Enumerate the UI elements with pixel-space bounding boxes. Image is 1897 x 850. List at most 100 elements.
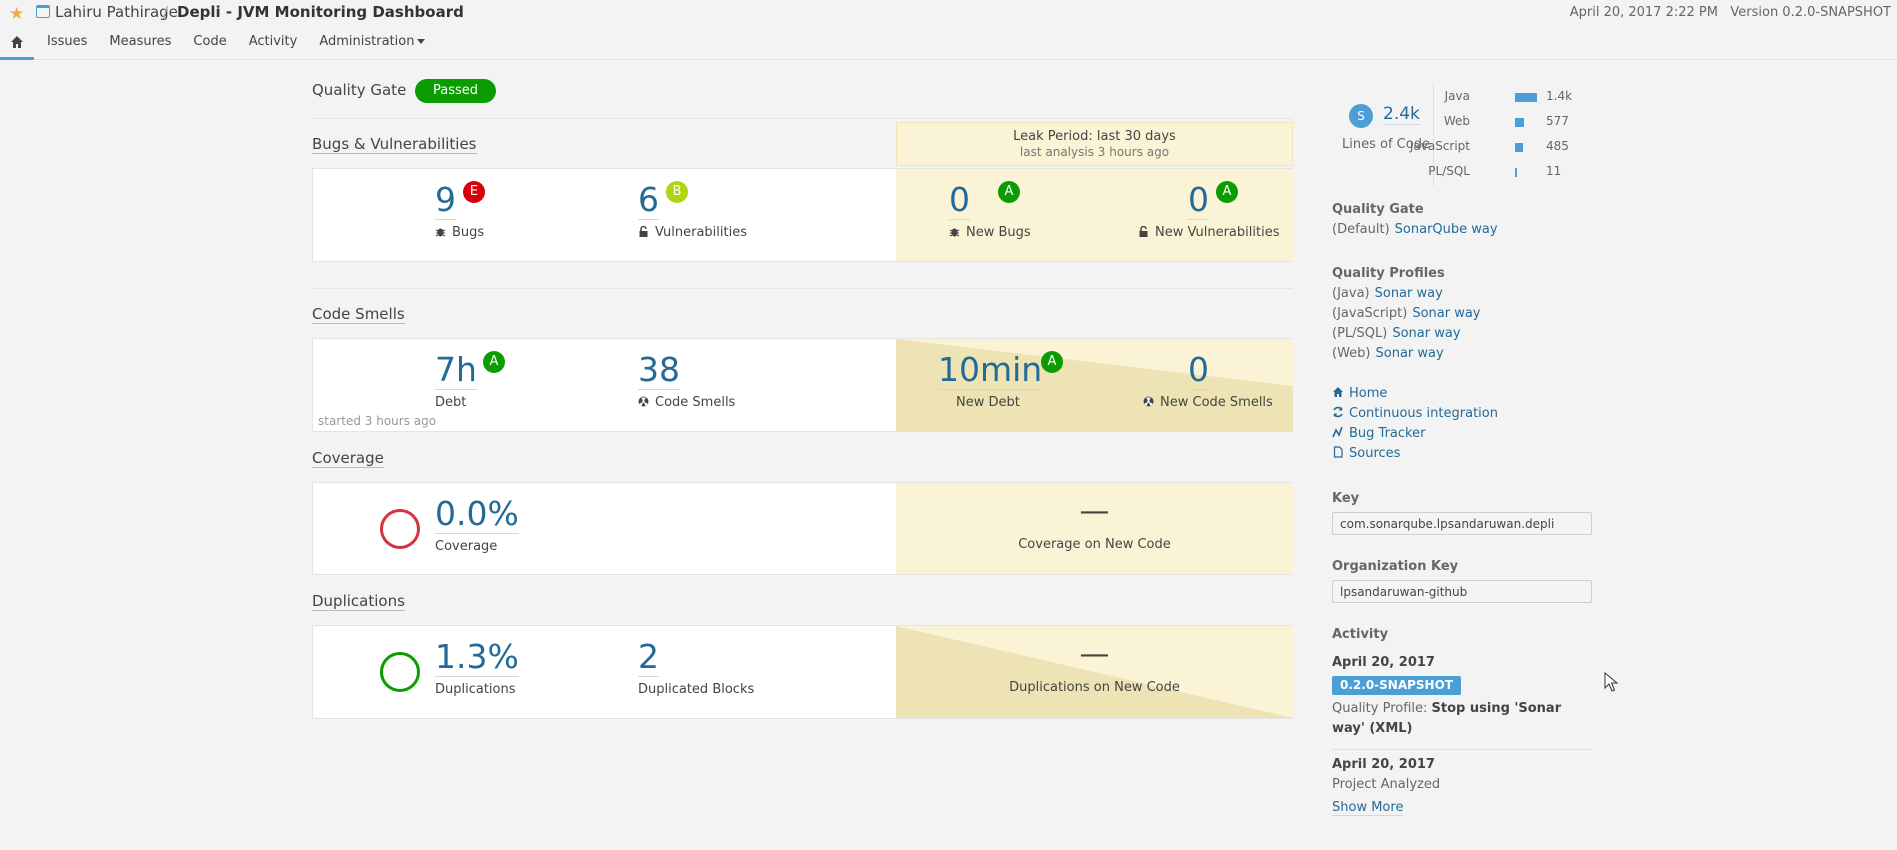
link-bug-tracker[interactable]: Bug Tracker [1332, 426, 1425, 441]
nav-home[interactable] [0, 29, 34, 60]
profile-link[interactable]: Sonar way [1376, 346, 1444, 361]
code-smell-icon [1143, 396, 1154, 407]
debt-measure[interactable]: 7h Debt [435, 351, 477, 410]
link-ci-label: Continuous integration [1349, 406, 1498, 421]
new-code-smells-label: New Code Smells [1143, 395, 1273, 410]
section-duplications[interactable]: Duplications [312, 592, 405, 611]
profile-link[interactable]: Sonar way [1392, 326, 1460, 341]
lock-icon [1139, 226, 1148, 237]
activity-date: April 20, 2017 [1332, 757, 1435, 772]
nav-measures[interactable]: Measures [109, 29, 171, 60]
show-more-link[interactable]: Show More [1332, 800, 1404, 816]
bugs-label-text: Bugs [452, 225, 485, 240]
new-coverage-label: Coverage on New Code [1018, 537, 1171, 552]
new-duplications-value: — [1079, 637, 1110, 672]
code-smells-value[interactable]: 38 [638, 351, 680, 390]
duplicated-blocks-measure[interactable]: 2 Duplicated Blocks [638, 638, 754, 697]
code-smells-panel: 7h Debt A 38 Code Smells started 3 hours… [312, 338, 1293, 432]
caret-down-icon [417, 39, 426, 44]
vulnerabilities-rating[interactable]: B [666, 181, 688, 203]
project-nav: Issues Measures Code Activity Administra… [0, 29, 447, 60]
link-sources[interactable]: Sources [1332, 446, 1400, 461]
leak-period-subtitle: last analysis 3 hours ago [1019, 145, 1170, 159]
new-bugs-label: New Bugs [949, 225, 1031, 240]
code-smells-label: Code Smells [638, 395, 735, 410]
profile-row-web: (Web) Sonar way [1332, 346, 1444, 361]
duplications-value[interactable]: 1.3% [435, 638, 519, 677]
new-coverage-value: — [1079, 494, 1110, 529]
language-row-javascript: JavaScript 485 [1410, 139, 1633, 155]
profile-language: (Java) [1332, 286, 1370, 301]
debt-value[interactable]: 7h [435, 351, 477, 390]
duplicated-blocks-label: Duplicated Blocks [638, 682, 755, 697]
nav-code[interactable]: Code [193, 29, 226, 60]
section-coverage[interactable]: Coverage [312, 449, 384, 468]
new-debt-rating[interactable]: A [1041, 351, 1063, 373]
nav-activity[interactable]: Activity [249, 29, 298, 60]
section-code-smells[interactable]: Code Smells [312, 305, 405, 324]
breadcrumb-org[interactable]: Lahiru Pathirage [55, 3, 178, 21]
coverage-label: Coverage [435, 539, 498, 554]
new-vulnerabilities-measure[interactable]: 0 New Vulnerabilities [1138, 181, 1279, 240]
language-row-java: Java 1.4k [1433, 89, 1633, 105]
link-sources-label: Sources [1349, 446, 1401, 461]
activity-event-prefix: Quality Profile: [1332, 701, 1428, 716]
new-duplications-measure: — Duplications on New Code [896, 637, 1293, 696]
divider [312, 288, 1293, 289]
new-code-smells-measure[interactable]: 0 New Code Smells [1143, 351, 1273, 410]
code-smell-icon [638, 396, 649, 407]
vulnerabilities-value[interactable]: 6 [638, 181, 659, 220]
lines-of-code-value[interactable]: 2.4k [1383, 104, 1420, 125]
new-debt-value[interactable]: 10min [938, 351, 1043, 390]
vulnerabilities-measure[interactable]: 6 Vulnerabilities [638, 181, 747, 240]
section-bugs-vulnerabilities[interactable]: Bugs & Vulnerabilities [312, 135, 477, 154]
star-icon[interactable]: ★ [9, 5, 24, 23]
language-row-web: Web 577 [1433, 114, 1633, 130]
duplications-measure[interactable]: 1.3% Duplications [435, 638, 519, 697]
new-code-smells-value[interactable]: 0 [1188, 351, 1209, 390]
breadcrumb-project[interactable]: Depli - JVM Monitoring Dashboard [177, 3, 464, 21]
quality-gate-link[interactable]: SonarQube way [1395, 222, 1498, 237]
coverage-value[interactable]: 0.0% [435, 495, 519, 534]
new-bugs-rating[interactable]: A [998, 181, 1020, 203]
bugs-rating[interactable]: E [463, 181, 485, 203]
sidebar-activity-title: Activity [1332, 627, 1389, 642]
new-debt-measure[interactable]: 10min New Debt [938, 351, 1043, 410]
project-key-field[interactable]: com.sonarqube.lpsandaruwan.depli [1332, 512, 1592, 535]
debt-rating[interactable]: A [483, 351, 505, 373]
coverage-measure[interactable]: 0.0% Coverage [435, 495, 519, 554]
new-vulnerabilities-rating[interactable]: A [1216, 181, 1238, 203]
duplicated-blocks-value[interactable]: 2 [638, 638, 659, 677]
new-bugs-value[interactable]: 0 [949, 181, 970, 220]
language-bar [1515, 168, 1517, 177]
link-continuous-integration[interactable]: Continuous integration [1332, 406, 1498, 421]
link-home[interactable]: Home [1332, 386, 1387, 401]
link-home-label: Home [1349, 386, 1388, 401]
activity-event: Project Analyzed [1332, 777, 1441, 792]
nav-administration[interactable]: Administration [319, 29, 426, 60]
bugs-panel: 9 Bugs E 6 Vulnerabilities B 0 New Bugs … [312, 168, 1293, 262]
language-name: JavaScript [1409, 139, 1470, 153]
language-value: 1.4k [1546, 89, 1573, 103]
language-name: PL/SQL [1428, 164, 1470, 178]
activity-event: Quality Profile: Stop using 'Sonar way' … [1332, 699, 1572, 739]
project-version: Version 0.2.0-SNAPSHOT [1730, 5, 1891, 20]
refresh-icon [1333, 406, 1343, 418]
coverage-panel: 0.0% Coverage — Coverage on New Code [312, 482, 1293, 575]
profile-row-javascript: (JavaScript) Sonar way [1332, 306, 1481, 321]
debt-label: Debt [435, 395, 467, 410]
leak-period-header: Leak Period: last 30 days last analysis … [896, 122, 1293, 166]
new-vulnerabilities-value[interactable]: 0 [1188, 181, 1209, 220]
code-smells-measure[interactable]: 38 Code Smells [638, 351, 735, 410]
sidebar-quality-gate-row: (Default) SonarQube way [1332, 222, 1498, 237]
bugs-value[interactable]: 9 [435, 181, 456, 220]
organization-key-field[interactable]: lpsandaruwan-github [1332, 580, 1592, 603]
sidebar-quality-profiles-title: Quality Profiles [1332, 266, 1445, 281]
new-bugs-label-text: New Bugs [966, 225, 1031, 240]
language-value: 11 [1546, 164, 1562, 178]
nav-issues[interactable]: Issues [47, 29, 87, 60]
profile-link[interactable]: Sonar way [1375, 286, 1443, 301]
profile-link[interactable]: Sonar way [1412, 306, 1480, 321]
file-icon [1333, 446, 1343, 458]
section-coverage-title: Coverage [312, 449, 384, 468]
